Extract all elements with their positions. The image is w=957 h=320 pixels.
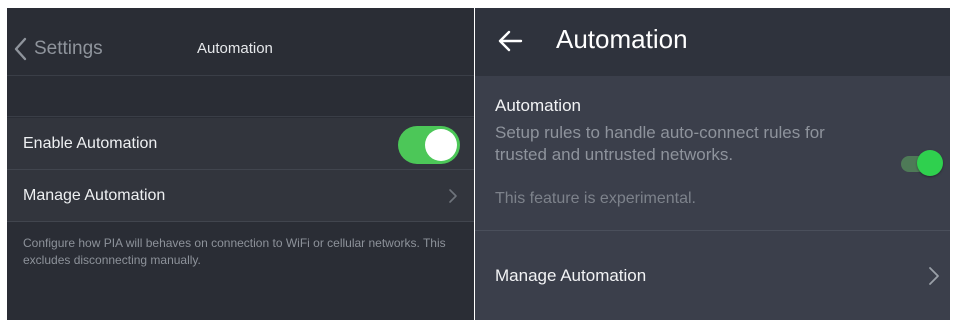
- ios-back-button[interactable]: Settings: [13, 34, 103, 64]
- ios-manage-automation-row[interactable]: Manage Automation: [7, 170, 474, 222]
- ios-enable-automation-toggle[interactable]: [398, 126, 460, 164]
- chevron-right-icon: [449, 189, 457, 203]
- ios-footer-note: Configure how PIA will behaves on connec…: [23, 236, 446, 267]
- android-automation-screen: Automation Automation Setup rules to han…: [475, 8, 950, 320]
- android-automation-heading: Automation: [495, 96, 581, 115]
- ios-back-label: Settings: [34, 38, 103, 59]
- android-manage-automation-label: Manage Automation: [495, 266, 647, 285]
- android-switch-thumb: [917, 150, 943, 176]
- android-automation-setting: Automation Setup rules to handle auto-co…: [475, 76, 950, 231]
- ios-automation-screen: Settings Automation Enable Automation Ma…: [7, 8, 474, 320]
- ios-enable-automation-label: Enable Automation: [23, 134, 158, 152]
- ios-manage-automation-label: Manage Automation: [23, 186, 166, 204]
- android-automation-switch[interactable]: [897, 147, 947, 179]
- ios-enable-automation-row: Enable Automation: [7, 118, 474, 170]
- android-app-bar: Automation: [475, 8, 950, 76]
- chevron-left-icon: [14, 37, 27, 61]
- android-page-title: Automation: [556, 24, 688, 54]
- ios-section-spacer: [7, 77, 474, 117]
- android-automation-description: Setup rules to handle auto-connect rules…: [495, 123, 825, 164]
- chevron-right-icon: [929, 267, 939, 285]
- ios-toggle-knob: [425, 129, 457, 161]
- ios-navigation-bar: Settings Automation: [7, 8, 474, 76]
- android-manage-automation-row[interactable]: Manage Automation: [475, 232, 950, 320]
- ios-page-title: Automation: [197, 40, 273, 57]
- arrow-left-icon[interactable]: [495, 26, 525, 56]
- android-experimental-note: This feature is experimental.: [495, 190, 696, 207]
